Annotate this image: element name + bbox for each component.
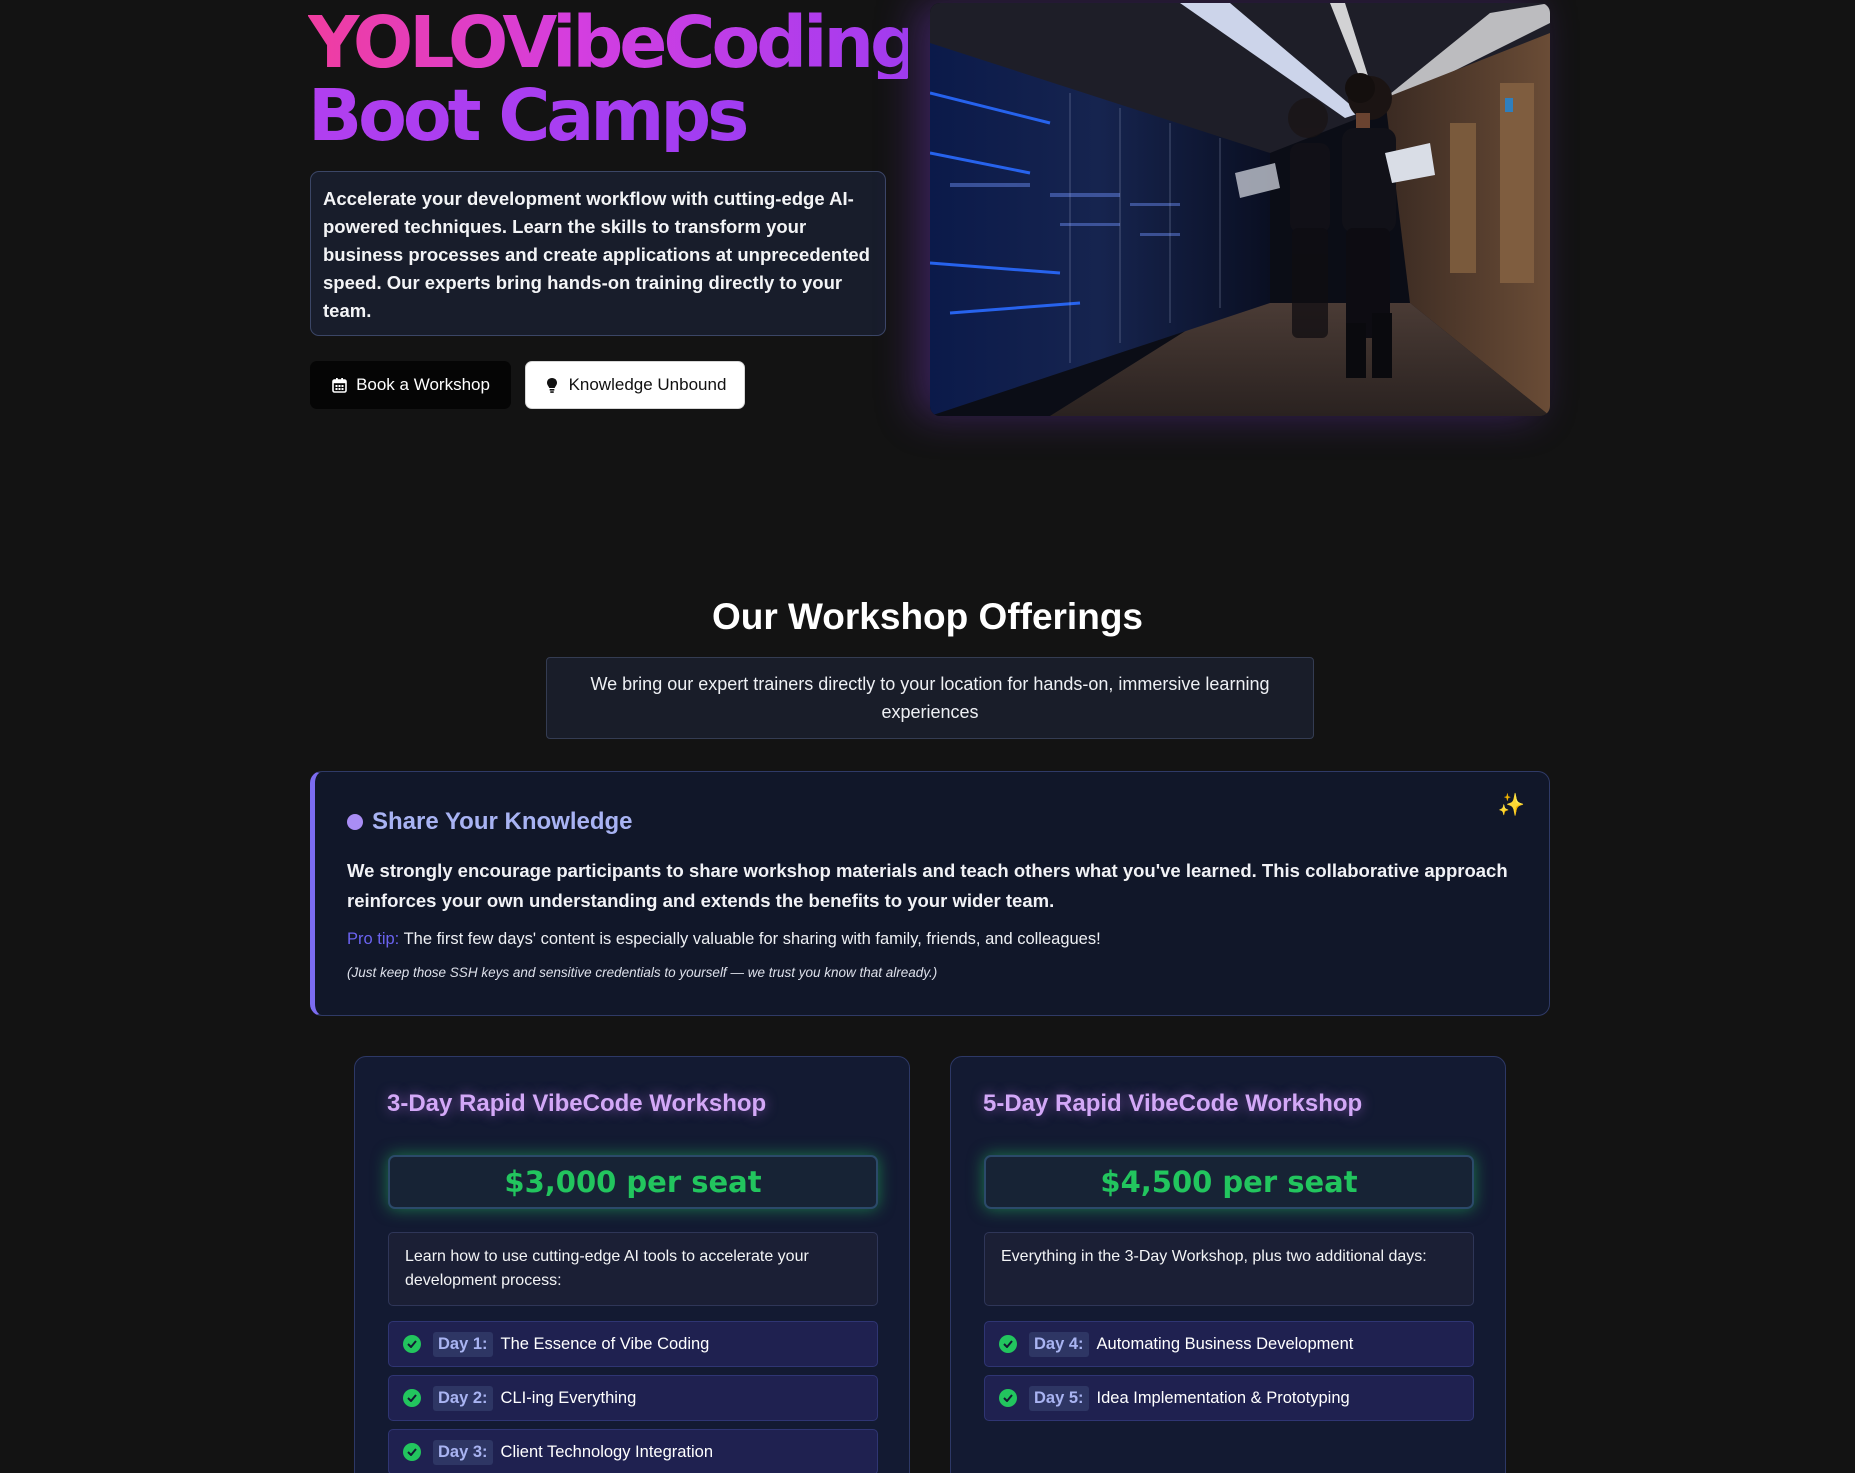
workshop-card-5-day: 5-Day Rapid VibeCode Workshop $4,500 per… [950, 1056, 1506, 1473]
offerings-subtitle: We bring our expert trainers directly to… [546, 657, 1314, 739]
workshop-card-3-day: 3-Day Rapid VibeCode Workshop $3,000 per… [354, 1056, 910, 1473]
sparkle-icon: ✨ [1497, 792, 1525, 817]
check-circle-icon [403, 1389, 421, 1407]
hero-title: YOLOVibeCoding Boot Camps [308, 1, 921, 152]
hero-image-datacenter [930, 3, 1550, 416]
check-circle-icon [999, 1389, 1017, 1407]
day-text: CLI-ing Everything [500, 1388, 637, 1407]
share-title: Share Your Knowledge [372, 808, 633, 835]
day-label: Day 1: [433, 1331, 493, 1357]
day-text: Idea Implementation & Prototyping [1096, 1388, 1350, 1407]
day-item: Day 5: Idea Implementation & Prototyping [984, 1375, 1474, 1421]
lightbulb-icon [544, 377, 561, 394]
day-item: Day 3: Client Technology Integration [388, 1429, 878, 1473]
workshop-title: 5-Day Rapid VibeCode Workshop [983, 1090, 1363, 1117]
day-label: Day 3: [433, 1439, 493, 1465]
day-item: Day 1: The Essence of Vibe Coding [388, 1321, 878, 1367]
day-item: Day 4: Automating Business Development [984, 1321, 1474, 1367]
check-circle-icon [403, 1443, 421, 1461]
day-text: The Essence of Vibe Coding [500, 1334, 710, 1353]
hero-description: Accelerate your development workflow wit… [310, 171, 886, 336]
check-circle-icon [403, 1335, 421, 1353]
hero-title-line1: YOLOVibeCoding [308, 1, 921, 84]
pro-tip-text: The first few days' content is especiall… [403, 930, 1101, 948]
calendar-icon [331, 377, 348, 394]
day-label: Day 2: [433, 1385, 493, 1411]
book-workshop-button[interactable]: Book a Workshop [310, 361, 511, 409]
dot-icon [347, 814, 363, 830]
share-body: We strongly encourage participants to sh… [347, 860, 1508, 911]
offerings-title: Our Workshop Offerings [711, 596, 1143, 637]
check-circle-icon [999, 1335, 1017, 1353]
workshop-price: $4,500 per seat [984, 1155, 1474, 1209]
hero-title-line2: Boot Camps [308, 79, 908, 152]
pro-tip-label: Pro tip: [347, 930, 400, 948]
workshop-price: $3,000 per seat [388, 1155, 878, 1209]
share-pro-tip: Pro tip: The first few days' content is … [347, 930, 1101, 949]
day-label: Day 4: [1029, 1331, 1089, 1357]
share-heading: Share Your Knowledge [347, 808, 633, 836]
book-workshop-label: Book a Workshop [356, 375, 490, 394]
workshop-title: 3-Day Rapid VibeCode Workshop [387, 1090, 767, 1117]
day-label: Day 5: [1029, 1385, 1089, 1411]
day-text: Client Technology Integration [500, 1442, 714, 1461]
day-item: Day 2: CLI-ing Everything [388, 1375, 878, 1421]
page: YOLOVibeCoding Boot Camps Accelerate you… [0, 0, 1855, 1473]
share-knowledge-callout: Share Your Knowledge ✨ We strongly encou… [310, 771, 1550, 1016]
knowledge-unbound-button[interactable]: Knowledge Unbound [525, 361, 745, 409]
knowledge-unbound-label: Knowledge Unbound [568, 375, 727, 394]
share-note: (Just keep those SSH keys and sensitive … [347, 965, 938, 980]
day-text: Automating Business Development [1096, 1334, 1354, 1353]
workshop-description: Learn how to use cutting-edge AI tools t… [388, 1232, 878, 1306]
workshop-description: Everything in the 3-Day Workshop, plus t… [984, 1232, 1474, 1306]
